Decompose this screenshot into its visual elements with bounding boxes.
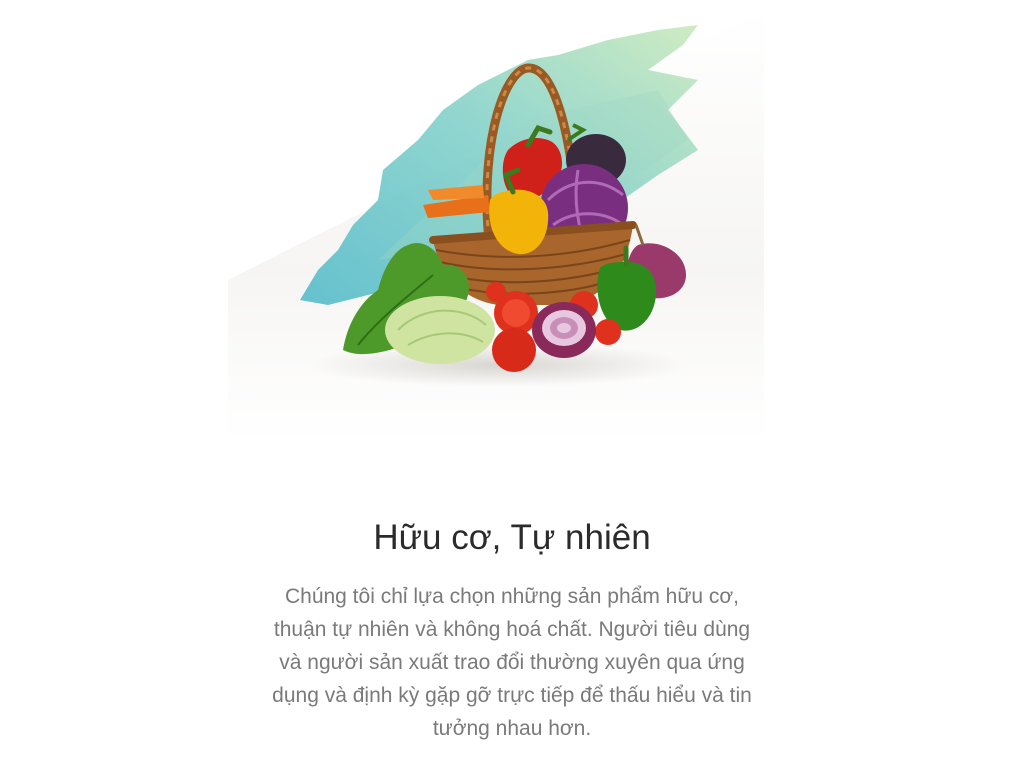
feature-title: Hữu cơ, Tự nhiên bbox=[373, 518, 651, 557]
cabbage bbox=[385, 296, 495, 364]
vegetable-basket-image bbox=[228, 0, 764, 440]
feature-description: Chúng tôi chỉ lựa chọn những sản phẩm hữ… bbox=[272, 585, 752, 740]
tomato bbox=[492, 328, 536, 372]
feature-section: Hữu cơ, Tự nhiên Chúng tôi chỉ lựa chọn … bbox=[0, 0, 1024, 768]
tomato bbox=[595, 319, 621, 345]
